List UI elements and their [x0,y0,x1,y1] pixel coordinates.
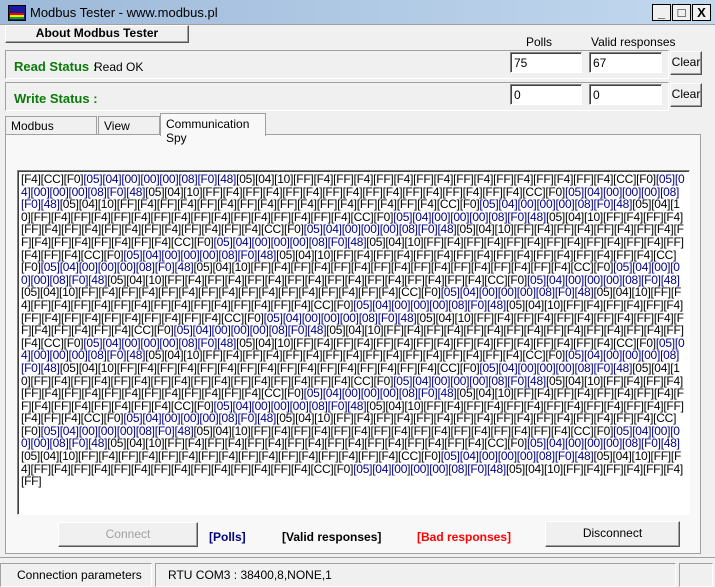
disconnect-button[interactable]: Disconnect [545,521,680,547]
close-button[interactable]: X [692,4,711,21]
read-status-label: Read Status : [14,59,98,74]
read-valid-field[interactable] [589,52,662,73]
window-title: Modbus Tester - www.modbus.pl [30,5,218,20]
tab-communication-spy[interactable]: Communication Spy [160,113,266,145]
read-status-value: Read OK [94,60,144,74]
about-button[interactable]: About Modbus Tester [5,25,189,43]
valid-responses-column-label: Valid responses [591,35,676,49]
write-clear-button[interactable]: Clear [670,83,702,107]
write-status-label: Write Status : [14,91,98,106]
status-connection-label: Connection parameters [0,563,152,587]
minimize-button[interactable]: _ [652,4,671,21]
title-bar: Modbus Tester - www.modbus.pl _ □ X [0,0,715,25]
spy-log[interactable]: [F4][CC][F0][05][04][00][00][00][08][F0]… [17,170,690,515]
read-clear-button[interactable]: Clear [670,51,702,75]
legend-valid-responses: [Valid responses] [282,530,382,544]
legend-polls: [Polls] [209,530,246,544]
write-valid-field[interactable] [589,84,662,105]
status-connection-params: RTU COM3 : 38400,8,NONE,1 [155,563,676,587]
polls-column-label: Polls [526,35,553,49]
tab-view-data[interactable]: View Data [98,116,160,147]
tab-modbus-settings[interactable]: Modbus Settings [5,116,97,147]
write-polls-field[interactable] [510,84,582,105]
status-extra [679,563,713,587]
legend-bad-responses: [Bad responses] [417,530,512,544]
divider [0,557,715,558]
request-frame: [05][04][00][00][00][08][F0][48] [353,461,506,476]
app-icon [8,5,26,21]
connect-button[interactable]: Connect [58,522,198,547]
maximize-button[interactable]: □ [672,4,691,21]
read-polls-field[interactable] [510,52,582,73]
